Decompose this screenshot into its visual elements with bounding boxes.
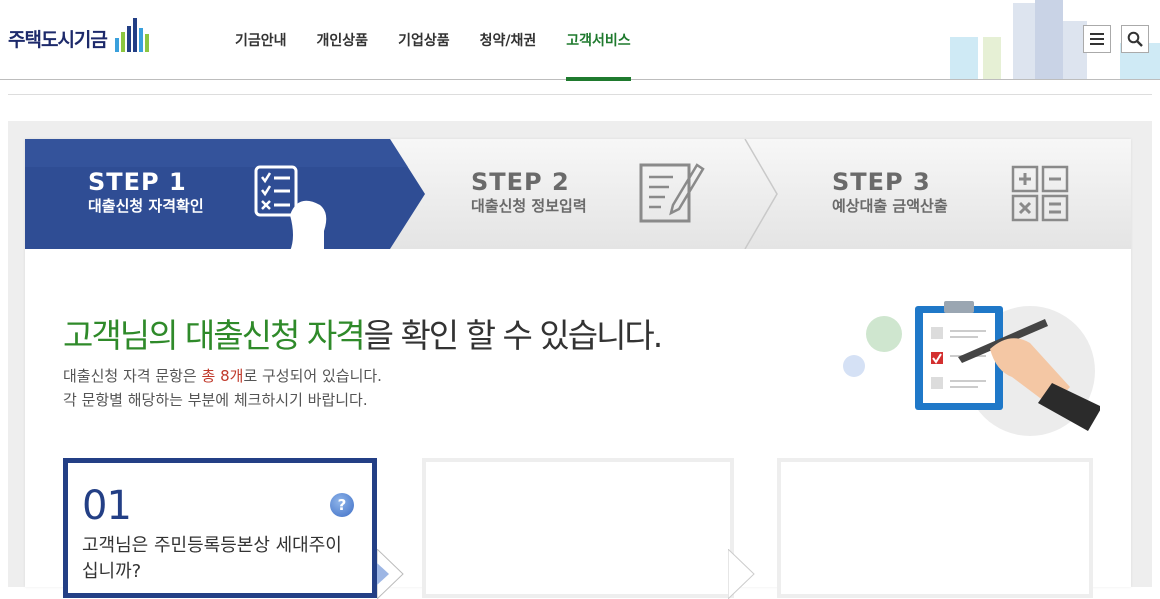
sub-divider bbox=[8, 94, 1152, 95]
nav-item-business-products[interactable]: 기업상품 bbox=[383, 0, 465, 80]
step-1-desc: 대출신청 자격확인 bbox=[88, 197, 204, 215]
site-header: 주택도시기금 기금안내 개인상품 기업상품 청약/채권 고객서비스 bbox=[0, 0, 1160, 81]
step-3-desc: 예상대출 금액산출 bbox=[832, 197, 948, 215]
question-text: 고객님은 주민등록등본상 세대주이십니까? bbox=[82, 535, 342, 582]
question-count: 총 8개 bbox=[201, 367, 244, 385]
step-1: STEP 1 대출신청 자격확인 bbox=[88, 169, 204, 217]
checklist-person-icon bbox=[254, 165, 327, 251]
description-suffix: 로 구성되어 있습니다. bbox=[243, 367, 382, 385]
checklist-illustration bbox=[843, 301, 1100, 436]
search-icon bbox=[1127, 31, 1143, 47]
step-3-label: STEP 3 bbox=[832, 168, 931, 196]
question-number: 01 bbox=[82, 483, 132, 529]
nav-item-customer-service[interactable]: 고객서비스 bbox=[551, 0, 645, 81]
description-line-1: 대출신청 자격 문항은 총 8개로 구성되어 있습니다. bbox=[63, 364, 382, 388]
hamburger-menu-icon bbox=[1090, 33, 1104, 45]
question-card-03[interactable] bbox=[777, 458, 1093, 598]
nav-item-subscription-bonds[interactable]: 청약/채권 bbox=[465, 0, 552, 80]
logo-text: 주택도시기금 bbox=[8, 28, 108, 51]
step-2-label: STEP 2 bbox=[471, 168, 570, 196]
step-2-desc: 대출신청 정보입력 bbox=[471, 197, 587, 215]
step-1-label: STEP 1 bbox=[88, 168, 187, 196]
question-card-01[interactable]: 01 ? 고객님은 주민등록등본상 세대주이십니까? bbox=[63, 458, 377, 598]
search-button[interactable] bbox=[1121, 25, 1149, 53]
main-nav: 기금안내 개인상품 기업상품 청약/채권 고객서비스 bbox=[220, 0, 646, 81]
page-headline: 고객님의 대출신청 자격을 확인 할 수 있습니다. bbox=[63, 309, 664, 357]
document-edit-icon bbox=[639, 163, 705, 223]
loan-eligibility-card: STEP 1 대출신청 자격확인 STEP 2 대출신청 정보입력 STEP 3… bbox=[25, 139, 1131, 599]
question-divider-arrow-icon bbox=[728, 549, 755, 599]
question-help-icon[interactable]: ? bbox=[330, 493, 354, 517]
step-progress: STEP 1 대출신청 자격확인 STEP 2 대출신청 정보입력 STEP 3… bbox=[25, 139, 1131, 251]
description-line-2: 각 문항별 해당하는 부분에 체크하시기 바랍니다. bbox=[63, 391, 368, 409]
description-prefix: 대출신청 자격 문항은 bbox=[63, 367, 202, 385]
calculator-icon bbox=[1011, 165, 1069, 222]
headline-rest: 을 확인 할 수 있습니다. bbox=[363, 316, 664, 355]
menu-button[interactable] bbox=[1083, 25, 1111, 53]
question-card-02[interactable] bbox=[422, 458, 734, 598]
headline-highlight: 고객님의 대출신청 자격 bbox=[63, 316, 366, 355]
site-logo[interactable]: 주택도시기금 bbox=[8, 18, 157, 58]
page-description: 대출신청 자격 문항은 총 8개로 구성되어 있습니다. 각 문항별 해당하는 … bbox=[63, 364, 382, 412]
nav-item-fund-info[interactable]: 기금안내 bbox=[220, 0, 302, 80]
nav-item-personal-products[interactable]: 개인상품 bbox=[302, 0, 384, 80]
step-3: STEP 3 예상대출 금액산출 bbox=[832, 169, 948, 217]
question-next-arrow-icon bbox=[377, 549, 404, 599]
logo-mark-icon bbox=[113, 18, 157, 58]
step-2: STEP 2 대출신청 정보입력 bbox=[471, 169, 587, 217]
